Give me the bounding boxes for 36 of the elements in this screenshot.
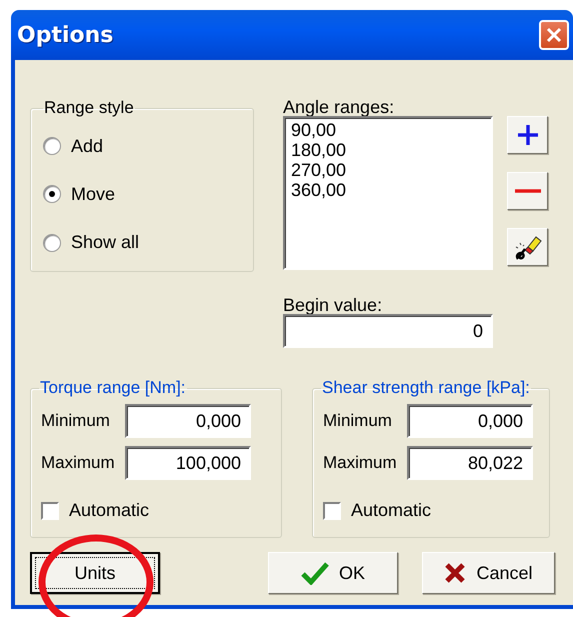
add-button[interactable] — [507, 116, 548, 154]
dialog-button[interactable]: Cancel — [422, 552, 555, 594]
x-icon — [444, 562, 466, 584]
number-field[interactable]: 80,022 — [407, 446, 533, 480]
window-title: Options — [17, 22, 114, 48]
list-item[interactable]: 270,00 — [291, 160, 485, 180]
plus-icon — [516, 123, 540, 147]
field-label: Maximum — [41, 453, 116, 473]
number-field[interactable]: 0,000 — [125, 404, 251, 438]
checkbox[interactable]: Automatic — [323, 500, 539, 521]
list-item[interactable]: 180,00 — [291, 140, 485, 160]
angle-ranges-list[interactable]: 90,00 180,00 270,00 360,00 — [283, 116, 493, 270]
field-label: Maximum — [323, 453, 398, 473]
clear-button[interactable] — [507, 228, 548, 266]
number-field[interactable]: 0,000 — [407, 404, 533, 438]
checkbox[interactable]: Automatic — [41, 500, 271, 521]
begin-value-field[interactable]: 0 — [283, 314, 493, 348]
list-item[interactable]: 90,00 — [291, 120, 485, 140]
close-button[interactable] — [539, 20, 569, 50]
close-icon — [545, 26, 563, 44]
remove-button[interactable] — [507, 172, 548, 210]
check-icon — [300, 561, 329, 585]
list-item[interactable]: 360,00 — [291, 180, 485, 200]
angle-ranges-label: Angle ranges: — [283, 98, 396, 116]
radio-button[interactable]: Show all — [43, 232, 241, 254]
radio-button[interactable]: Move — [43, 184, 241, 205]
field-label: Minimum — [41, 411, 111, 431]
dialog-button[interactable]: OK — [268, 552, 398, 594]
group-label: Torque range [Nm]: — [39, 378, 187, 398]
group-label: Range style — [43, 98, 135, 118]
number-field[interactable]: 100,000 — [125, 446, 251, 480]
begin-value-label: Begin value: — [283, 296, 384, 314]
field-label: Minimum — [323, 411, 393, 431]
minus-icon — [514, 188, 540, 194]
group-label: Shear strength range [kPa]: — [321, 378, 531, 398]
radio-button[interactable]: Add — [43, 136, 241, 157]
